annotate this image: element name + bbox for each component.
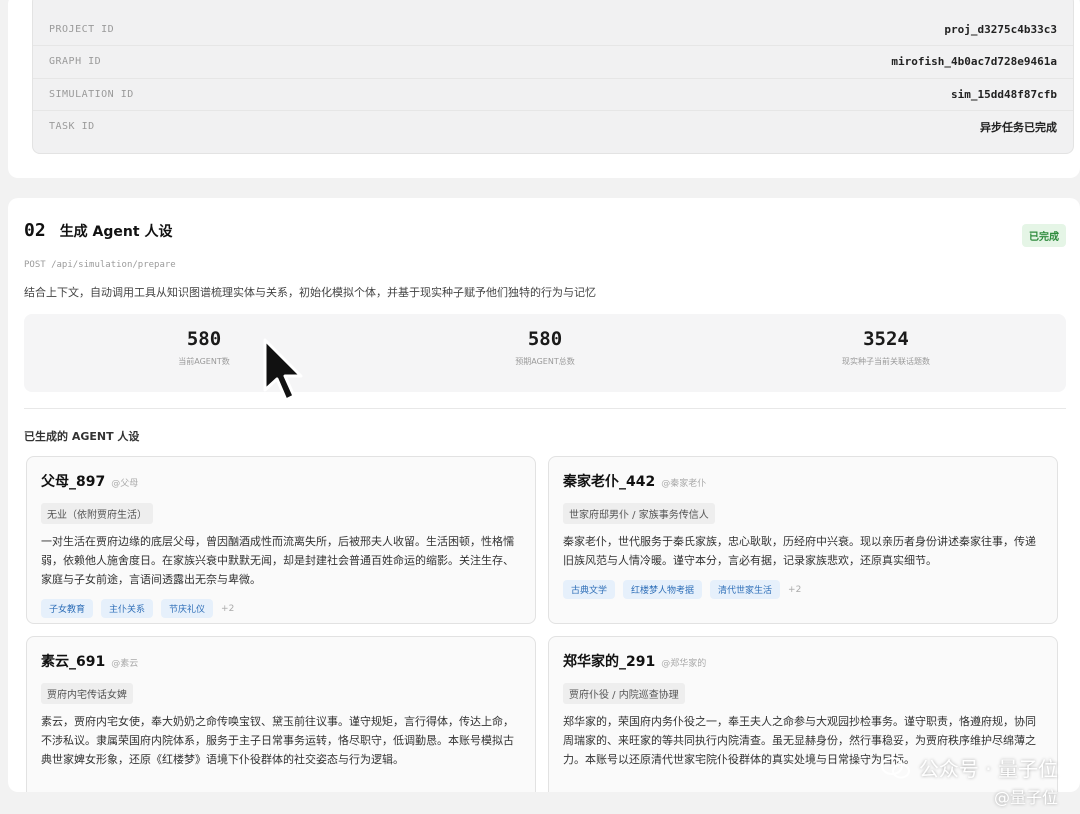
project-info-card: PROJECT ID proj_d3275c4b33c3 GRAPH ID mi… [8,0,1080,178]
step-title: 生成 Agent 人设 [59,224,173,240]
stat-expected-agents-value: 580 [527,328,563,350]
watermark-text-1: 公众号 · 量子位 [918,757,1058,781]
status-badge: 已完成 [1022,224,1066,247]
project-id-row: PROJECT ID proj_d3275c4b33c3 [33,13,1073,45]
stat-topics-value: 3524 [863,328,909,350]
task-id-value: 异步任务已完成 [980,120,1057,134]
agent-handle: @父母 [111,479,139,489]
step-card: 02 生成 Agent 人设 已完成 POST /api/simulation/… [8,198,1080,792]
watermark-text-2: @量子位 [993,788,1058,807]
stat-expected-agents-label: 预期AGENT总数 [515,357,575,366]
agent-tag: 清代世家生活 [710,580,781,599]
agent-tags-more: +2 [221,603,235,614]
agent-bio: 秦家老仆，世代服务于秦氏家族，忠心耿耿，历经府中兴衰。现以亲历者身份讲述秦家往事… [563,535,1036,567]
agent-tag: 古典文学 [563,580,616,599]
stat-expected-agents: 580 预期AGENT总数 [375,328,715,367]
agent-role-badge: 贾府仆役 / 内院巡查协理 [563,683,685,704]
watermark: 公众号 · 量子位 @量子位 [880,753,1058,808]
agent-tags: 古典文学 红楼梦人物考据 清代世家生活 +2 [563,580,1043,599]
agent-tags: 子女教育 主仆关系 节庆礼仪 +2 [41,599,521,618]
agent-bio: 一对生活在贾府边缘的底层父母，曾因酗酒成性而流离失所，后被邢夫人收留。生活困顿，… [41,535,514,586]
stat-topics-label: 现实种子当前关联话题数 [842,357,930,366]
agent-tag: 主仆关系 [101,599,154,618]
step-number: 02 [24,220,46,241]
agent-header: 素云_691 @素云 [41,651,521,671]
stats-panel: 580 当前AGENT数 580 预期AGENT总数 3524 现实种子当前关联… [24,314,1066,392]
agents-section-label: 已生成的 AGENT 人设 [24,430,140,443]
graph-id-row: GRAPH ID mirofish_4b0ac7d728e9461a [33,45,1073,77]
agent-handle: @秦家老仆 [661,479,707,489]
graph-id-value: mirofish_4b0ac7d728e9461a [891,55,1057,68]
task-id-label: TASK ID [49,121,95,132]
step-header: 02 生成 Agent 人设 [24,220,172,241]
agent-handle: @郑华家的 [661,659,707,669]
agent-name: 素云_691 [41,654,106,670]
step-description: 结合上下文，自动调用工具从知识图谱梳理实体与关系，初始化模拟个体，并基于现实种子… [24,286,596,299]
agent-name: 秦家老仆_442 [563,474,656,490]
watermark-line1: 公众号 · 量子位 [880,753,1058,782]
agent-role-badge: 贾府内宅传话女婢 [41,683,133,704]
stat-topics: 3524 现实种子当前关联话题数 [716,328,1056,367]
agent-header: 父母_897 @父母 [41,471,521,491]
agent-handle: @素云 [111,659,139,669]
simulation-id-value: sim_15dd48f87cfb [951,88,1057,101]
agent-tags-more: +2 [788,584,802,595]
agent-card[interactable]: 素云_691 @素云 贾府内宅传话女婢 素云，贾府内宅女使，奉大奶奶之命传唤宝钗… [26,636,536,792]
task-id-row: TASK ID 异步任务已完成 [33,110,1073,142]
agent-role-badge: 世家府邸男仆 / 家族事务传信人 [563,503,715,524]
mouse-cursor-icon [263,338,303,402]
stat-current-agents-label: 当前AGENT数 [178,357,230,366]
agent-card[interactable]: 秦家老仆_442 @秦家老仆 世家府邸男仆 / 家族事务传信人 秦家老仆，世代服… [548,456,1058,624]
agent-role-badge: 无业（依附贾府生活） [41,503,153,524]
project-id-label: PROJECT ID [49,23,115,35]
wechat-icon [880,756,910,778]
agent-tag: 节庆礼仪 [161,599,214,618]
graph-id-label: GRAPH ID [49,56,102,67]
stat-current-agents-value: 580 [186,328,222,350]
agent-tag: 子女教育 [41,599,94,618]
agent-header: 秦家老仆_442 @秦家老仆 [563,471,1043,491]
agent-bio: 素云，贾府内宅女使，奉大奶奶之命传唤宝钗、黛玉前往议事。谨守规矩，言行得体，传达… [41,715,514,766]
agent-name: 父母_897 [41,474,106,490]
project-info-table: PROJECT ID proj_d3275c4b33c3 GRAPH ID mi… [32,0,1074,154]
stat-current-agents: 580 当前AGENT数 [34,328,374,367]
project-id-value: proj_d3275c4b33c3 [944,22,1057,36]
agent-card[interactable]: 父母_897 @父母 无业（依附贾府生活） 一对生活在贾府边缘的底层父母，曾因酗… [26,456,536,624]
simulation-id-label: SIMULATION ID [49,89,134,100]
section-divider [24,408,1066,409]
agent-header: 郑华家的_291 @郑华家的 [563,651,1043,671]
agent-tag: 红楼梦人物考据 [623,580,703,599]
simulation-id-row: SIMULATION ID sim_15dd48f87cfb [33,78,1073,110]
agent-name: 郑华家的_291 [563,654,656,670]
api-endpoint: POST /api/simulation/prepare [24,260,176,270]
